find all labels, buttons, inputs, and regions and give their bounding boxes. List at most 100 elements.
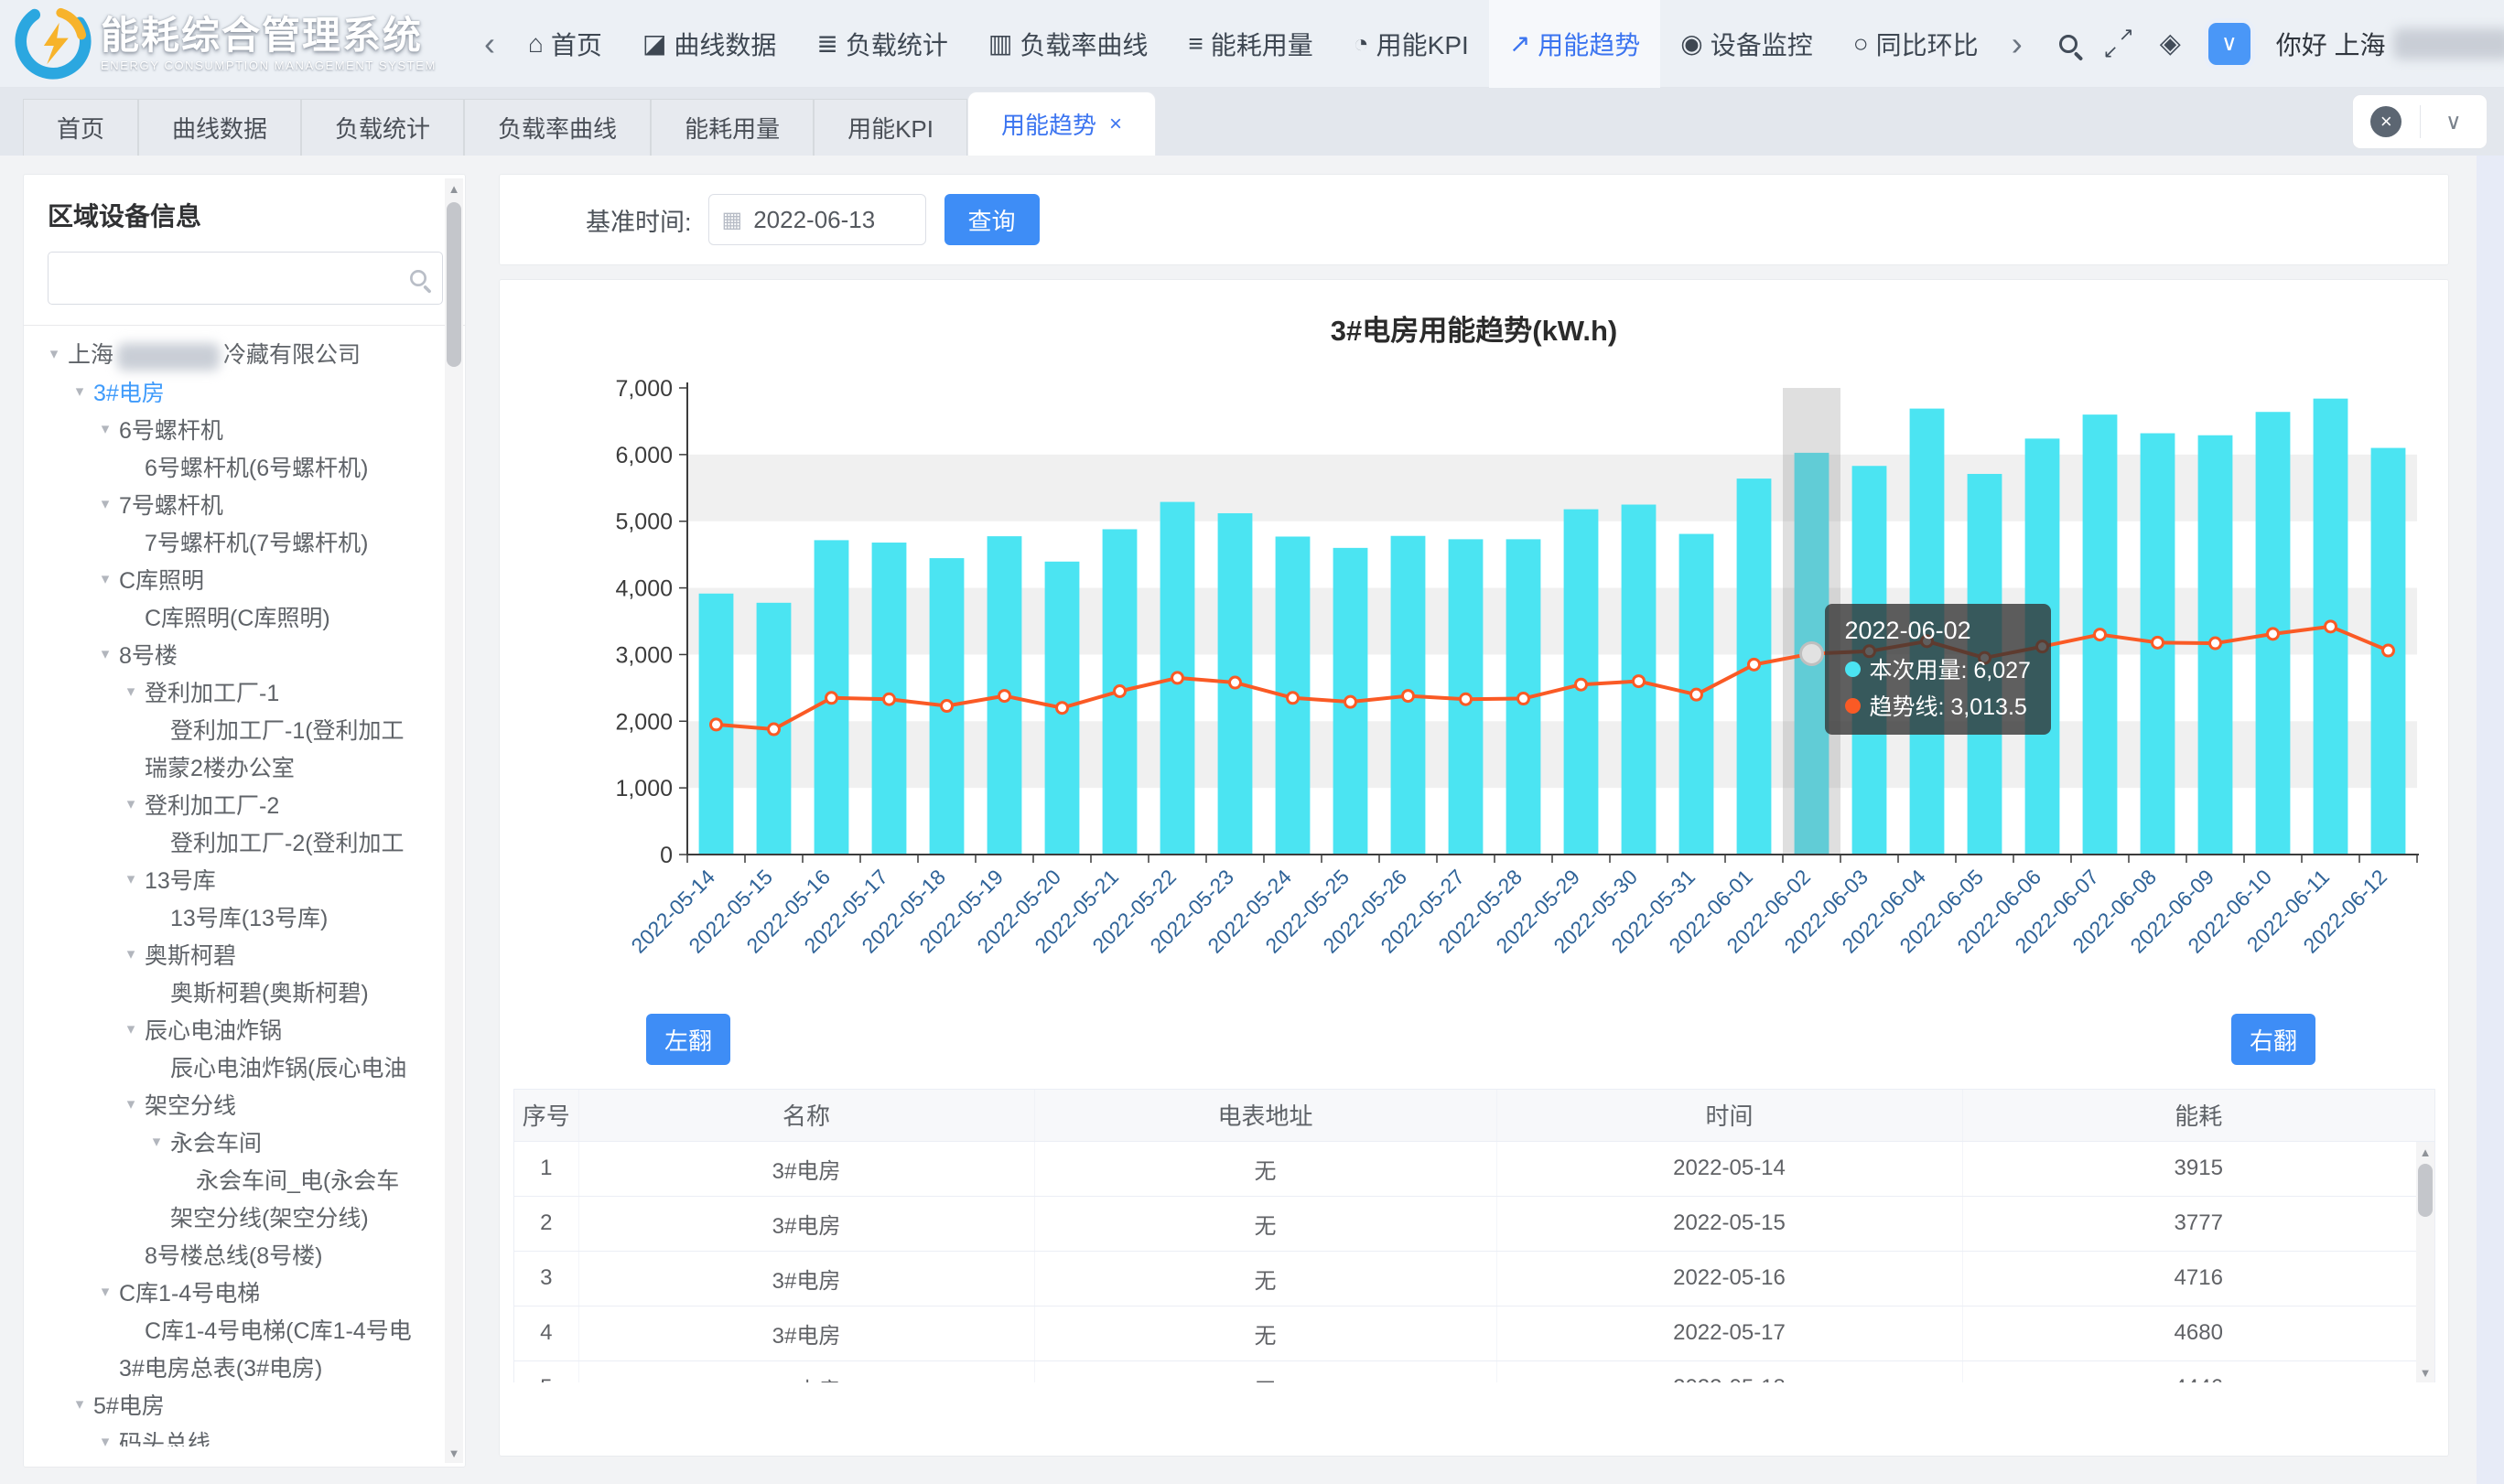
tree-item[interactable]: 13号库(13号库) (24, 898, 443, 935)
caret-down-icon[interactable]: ▾ (117, 870, 145, 888)
scrollbar-thumb[interactable] (2418, 1164, 2433, 1217)
trend-point[interactable] (1576, 679, 1587, 690)
tree-item[interactable]: ▾8号楼 (24, 635, 443, 672)
bar-2022-06-04[interactable] (1910, 409, 1945, 855)
tab-用能KPI[interactable]: 用能KPI (814, 99, 967, 156)
trend-point[interactable] (1922, 636, 1933, 647)
scrollbar-thumb[interactable] (447, 202, 461, 367)
nav-item-负载统计[interactable]: ≣负载统计 (796, 0, 967, 88)
trend-point[interactable] (2268, 629, 2279, 640)
tab-用能趋势[interactable]: 用能趋势× (967, 91, 1156, 156)
trend-point[interactable] (2037, 641, 2048, 652)
caret-down-icon[interactable]: ▾ (92, 420, 119, 438)
tab-menu-button[interactable]: ∨ (2421, 95, 2488, 148)
trend-point[interactable] (1518, 694, 1529, 704)
tree-item[interactable]: 架空分线(架空分线) (24, 1198, 443, 1235)
nav-item-能耗用量[interactable]: ≡能耗用量 (1168, 0, 1333, 88)
tree-item[interactable]: ▾5#电房 (24, 1385, 443, 1423)
trend-point[interactable] (2383, 645, 2394, 656)
nav-item-首页[interactable]: ⌂首页 (508, 0, 622, 88)
trend-chart-svg[interactable]: 01,0002,0003,0004,0005,0006,0007,0002022… (513, 356, 2435, 996)
tree-item[interactable]: ▾奥斯柯碧 (24, 935, 443, 973)
trend-point[interactable] (1691, 689, 1702, 700)
table-row[interactable]: 53#电房无2022-05-184446 (514, 1360, 2434, 1382)
table-row[interactable]: 33#电房无2022-05-164716 (514, 1251, 2434, 1306)
table-scrollbar[interactable]: ▲ ▼ (2416, 1142, 2434, 1382)
page-right-button[interactable]: 右翻 (2231, 1014, 2315, 1065)
tab-close-icon[interactable]: × (1109, 112, 1122, 137)
tree-search-input[interactable] (63, 265, 409, 292)
nav-overflow-chevron-icon[interactable]: › (1999, 25, 2035, 63)
trend-point[interactable] (942, 701, 953, 712)
tree-item[interactable]: ▾永会车间 (24, 1123, 443, 1160)
tree-item[interactable]: 瑞蒙2楼办公室 (24, 747, 443, 785)
tree-item[interactable]: ▾码头总线 (24, 1423, 443, 1446)
nav-item-负载率曲线[interactable]: ▥负载率曲线 (968, 0, 1168, 88)
nav-item-曲线数据[interactable]: ◪曲线数据 (622, 0, 796, 88)
caret-down-icon[interactable]: ▾ (117, 1095, 145, 1113)
trend-point[interactable] (1115, 686, 1126, 697)
tree-item[interactable]: ▾C库1-4号电梯 (24, 1273, 443, 1310)
table-row[interactable]: 43#电房无2022-05-174680 (514, 1306, 2434, 1360)
trend-point[interactable] (1634, 676, 1645, 687)
table-row[interactable]: 13#电房无2022-05-143915 (514, 1141, 2434, 1196)
tree-item[interactable]: 6号螺杆机(6号螺杆机) (24, 447, 443, 485)
query-button[interactable]: 查询 (944, 194, 1040, 245)
nav-item-同比环比[interactable]: ○同比环比 (1833, 0, 1999, 88)
trend-point[interactable] (711, 719, 722, 730)
trend-point[interactable] (826, 693, 837, 704)
nav-item-设备监控[interactable]: ◉设备监控 (1660, 0, 1832, 88)
tree-search-box[interactable] (48, 252, 443, 305)
trend-point[interactable] (2326, 621, 2337, 632)
tree-item[interactable]: ▾登利加工厂-2 (24, 785, 443, 823)
caret-down-icon[interactable]: ▾ (117, 1020, 145, 1038)
tab-能耗用量[interactable]: 能耗用量 (651, 99, 814, 156)
tree-item[interactable]: ▾6号螺杆机 (24, 410, 443, 447)
search-icon[interactable] (2059, 35, 2078, 53)
tree-item[interactable]: ▾13号库 (24, 860, 443, 898)
table-row[interactable]: 23#电房无2022-05-153777 (514, 1196, 2434, 1251)
nav-item-用能趋势[interactable]: ↗用能趋势 (1489, 0, 1660, 88)
caret-down-icon[interactable]: ▾ (92, 495, 119, 513)
caret-down-icon[interactable]: ▾ (40, 345, 68, 363)
caret-down-icon[interactable]: ▾ (66, 382, 93, 401)
scroll-down-icon[interactable]: ▼ (445, 1443, 463, 1463)
tree-item[interactable]: 8号楼总线(8号楼) (24, 1235, 443, 1273)
tree-item[interactable]: 登利加工厂-2(登利加工 (24, 823, 443, 860)
trend-point[interactable] (1461, 694, 1472, 704)
caret-down-icon[interactable]: ▾ (117, 945, 145, 963)
tree-item[interactable]: ▾上海冷藏有限公司 (24, 335, 443, 372)
tree-item[interactable]: 永会车间_电(永会车 (24, 1160, 443, 1198)
tree-item[interactable]: ▾3#电房 (24, 372, 443, 410)
trend-point[interactable] (1403, 691, 1414, 702)
trend-point[interactable] (1288, 693, 1299, 704)
trend-point[interactable] (1980, 652, 1991, 663)
tree-item[interactable]: ▾登利加工厂-1 (24, 672, 443, 710)
trend-point[interactable] (1172, 672, 1183, 683)
trend-point[interactable] (2153, 637, 2164, 648)
trend-point[interactable] (2095, 629, 2106, 640)
nav-item-用能KPI[interactable]: ◔用能KPI (1333, 0, 1489, 88)
tree-item[interactable]: ▾C库照明 (24, 560, 443, 597)
tree-item[interactable]: 3#电房总表(3#电房) (24, 1348, 443, 1385)
bar-2022-06-03[interactable] (1852, 466, 1887, 855)
tree-item[interactable]: C库照明(C库照明) (24, 597, 443, 635)
tab-负载率曲线[interactable]: 负载率曲线 (464, 99, 651, 156)
tab-首页[interactable]: 首页 (23, 99, 138, 156)
tree-item[interactable]: ▾7号螺杆机 (24, 485, 443, 522)
caret-down-icon[interactable]: ▾ (117, 683, 145, 701)
caret-down-icon[interactable]: ▾ (92, 645, 119, 663)
trend-point[interactable] (1230, 677, 1241, 688)
trend-point-emphasis[interactable] (1801, 642, 1823, 664)
trend-point[interactable] (1749, 659, 1760, 670)
tree-item[interactable]: 辰心电油炸锅(辰心电油 (24, 1048, 443, 1085)
scroll-up-icon[interactable]: ▲ (445, 178, 463, 199)
language-badge-icon[interactable]: ∨ (2208, 23, 2250, 65)
tab-负载统计[interactable]: 负载统计 (301, 99, 464, 156)
trend-point[interactable] (1864, 646, 1875, 657)
caret-down-icon[interactable]: ▾ (92, 1283, 119, 1301)
caret-down-icon[interactable]: ▾ (117, 795, 145, 813)
caret-down-icon[interactable]: ▾ (66, 1395, 93, 1414)
nav-back-chevron-icon[interactable]: ‹ (471, 25, 508, 63)
tree-item[interactable]: C库1-4号电梯(C库1-4号电 (24, 1310, 443, 1348)
